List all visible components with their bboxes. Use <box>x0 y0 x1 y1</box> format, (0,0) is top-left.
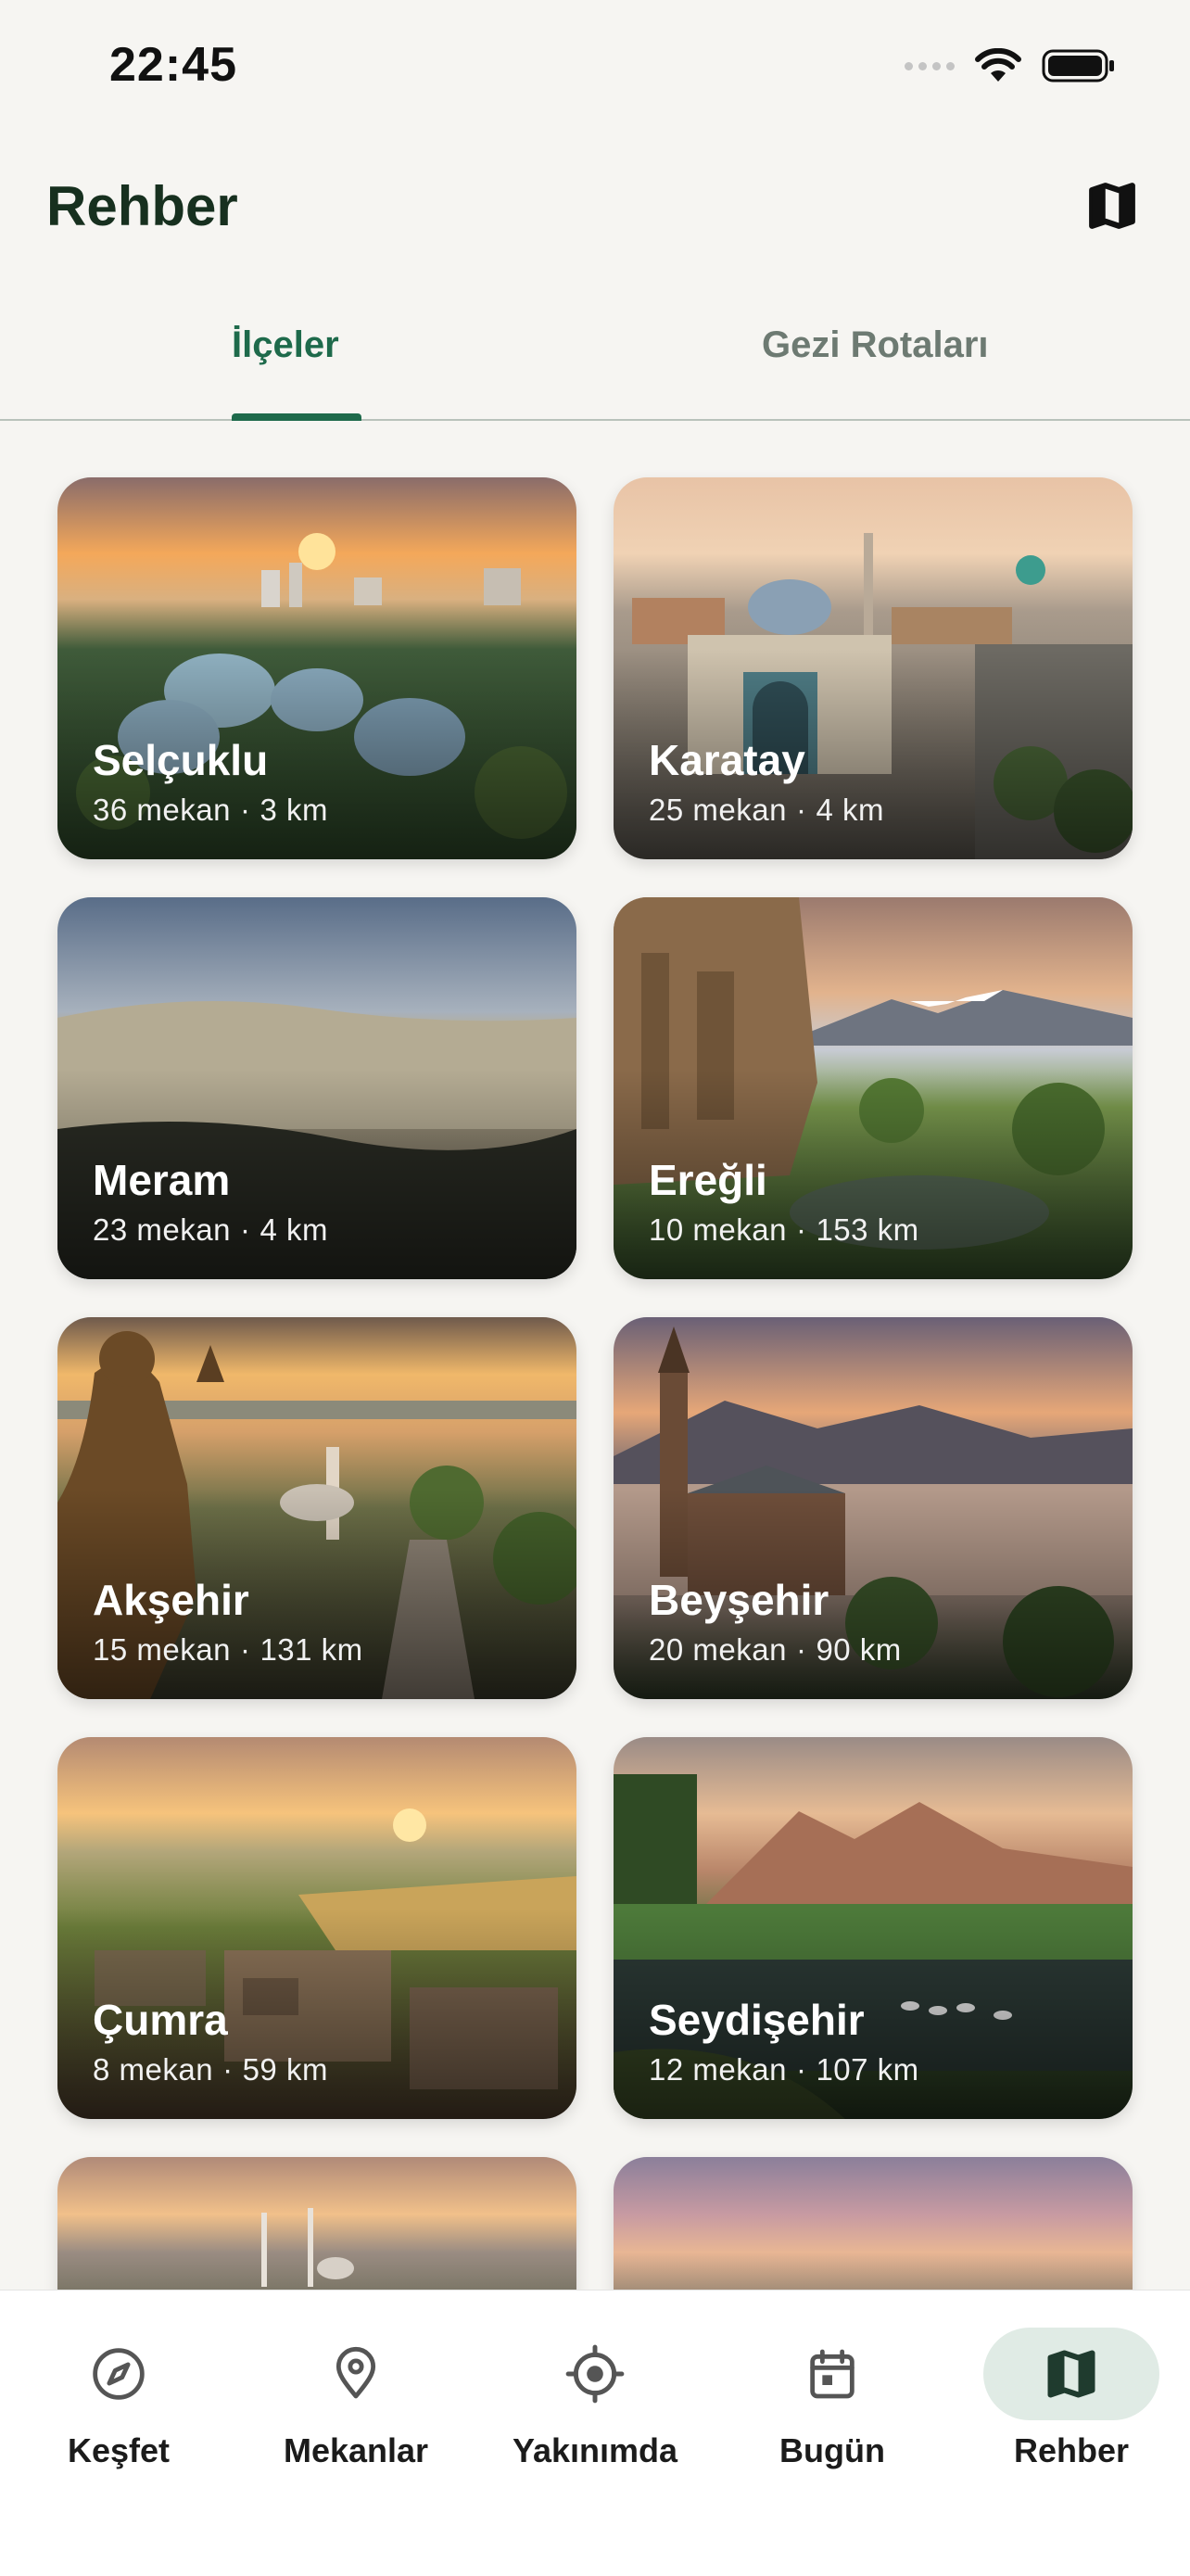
district-meta: 23 mekan · 4 km <box>93 1212 328 1247</box>
district-card-selcuklu[interactable]: Selçuklu 36 mekan · 3 km <box>57 477 576 859</box>
district-name: Ereğli <box>649 1156 767 1204</box>
bottom-navigation: Keşfet Mekanlar Yakınımda Bugün Rehber <box>0 2290 1190 2576</box>
wifi-icon <box>975 48 1021 82</box>
district-meta: 12 mekan · 107 km <box>649 2052 919 2087</box>
district-name: Meram <box>93 1156 231 1204</box>
header: Rehber <box>0 158 1190 260</box>
compass-icon <box>93 2348 145 2400</box>
district-card-meram[interactable]: Meram 23 mekan · 4 km <box>57 897 576 1279</box>
map-icon <box>1089 183 1135 229</box>
status-time: 22:45 <box>109 38 237 92</box>
district-card-cumra[interactable]: Çumra 8 mekan · 59 km <box>57 1737 576 2119</box>
nav-item-rehber[interactable]: Rehber <box>953 2290 1190 2476</box>
target-icon <box>565 2344 625 2404</box>
status-icons <box>905 48 1116 83</box>
district-card-beysehir[interactable]: Beyşehir 20 mekan · 90 km <box>614 1317 1133 1699</box>
district-name: Karatay <box>649 736 805 784</box>
tab-districts[interactable]: İlçeler <box>232 324 339 366</box>
district-name: Beyşehir <box>649 1576 829 1624</box>
district-name: Selçuklu <box>93 736 269 784</box>
district-card-aksehir[interactable]: Akşehir 15 mekan · 131 km <box>57 1317 576 1699</box>
map-view-button[interactable] <box>1077 171 1147 241</box>
district-card-karatay[interactable]: Karatay 25 mekan · 4 km <box>614 477 1133 859</box>
district-meta: 36 mekan · 3 km <box>93 793 328 827</box>
location-pin-icon <box>335 2347 376 2399</box>
district-meta: 10 mekan · 153 km <box>649 1212 919 1247</box>
tab-bar: İlçeler Gezi Rotaları <box>0 287 1190 421</box>
district-name: Seydişehir <box>649 1996 865 2044</box>
nav-label: Rehber <box>1013 2431 1130 2469</box>
nav-label: Mekanlar <box>283 2431 429 2469</box>
district-meta: 20 mekan · 90 km <box>649 1632 902 1667</box>
status-bar: 22:45 <box>0 0 1190 130</box>
nav-item-mekanlar[interactable]: Mekanlar <box>237 2290 475 2476</box>
map-icon <box>1047 2350 1095 2398</box>
district-name: Çumra <box>93 1996 228 2044</box>
nav-item-kesfet[interactable]: Keşfet <box>0 2290 237 2476</box>
page-title: Rehber <box>46 175 238 237</box>
nav-item-bugun[interactable]: Bugün <box>714 2290 951 2476</box>
district-card-seydisehir[interactable]: Seydişehir 12 mekan · 107 km <box>614 1737 1133 2119</box>
nav-label: Keşfet <box>67 2431 171 2469</box>
district-card-eregli[interactable]: Ereğli 10 mekan · 153 km <box>614 897 1133 1279</box>
district-meta: 8 mekan · 59 km <box>93 2052 328 2087</box>
nav-label: Bugün <box>779 2431 885 2469</box>
district-name: Akşehir <box>93 1576 249 1624</box>
battery-icon <box>1042 49 1114 82</box>
nav-label: Yakınımda <box>512 2431 678 2469</box>
district-meta: 25 mekan · 4 km <box>649 793 884 827</box>
district-meta: 15 mekan · 131 km <box>93 1632 363 1667</box>
cellular-signal-icon <box>905 61 955 70</box>
nav-item-yakinimda[interactable]: Yakınımda <box>476 2290 714 2476</box>
active-tab-indicator <box>232 413 361 421</box>
calendar-icon <box>810 2349 855 2399</box>
tab-tour-routes[interactable]: Gezi Rotaları <box>762 324 989 366</box>
